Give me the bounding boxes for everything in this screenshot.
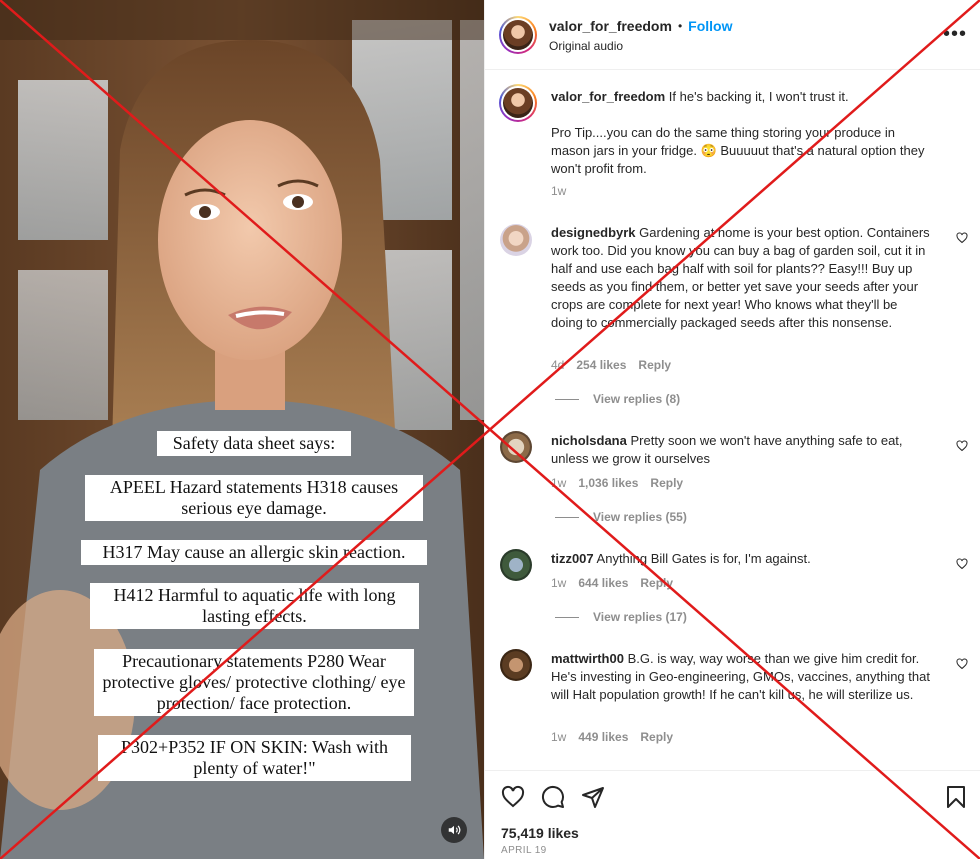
like-comment-icon[interactable] [956, 658, 968, 670]
like-comment-icon[interactable] [956, 558, 968, 570]
caption-meta: 1w [551, 184, 566, 198]
bookmark-icon[interactable] [945, 785, 967, 809]
avatar[interactable] [500, 431, 532, 463]
view-replies-button[interactable]: View replies (55) [555, 510, 687, 524]
comment-text: Anything Bill Gates is for, I'm against. [596, 551, 811, 566]
like-comment-icon[interactable] [956, 232, 968, 244]
follow-button[interactable]: Follow [688, 18, 732, 34]
comment-likes[interactable]: 644 likes [578, 576, 628, 590]
view-replies-label: View replies (17) [593, 610, 687, 624]
post-panel: valor_for_freedom • Follow Original audi… [484, 0, 980, 859]
comment: nicholsdana Pretty soon we won't have an… [551, 432, 931, 468]
comment-username[interactable]: mattwirth00 [551, 651, 624, 666]
comment-likes[interactable]: 254 likes [576, 358, 626, 372]
comment-age[interactable]: 1w [551, 730, 566, 744]
audio-link[interactable]: Original audio [549, 39, 623, 53]
avatar[interactable] [499, 16, 537, 54]
view-replies-button[interactable]: View replies (17) [555, 610, 687, 624]
caption-overlay: H412 Harmful to aquatic life with long l… [90, 583, 419, 629]
comment-icon[interactable] [541, 785, 565, 809]
like-comment-icon[interactable] [956, 440, 968, 452]
comment-meta: 4d 254 likes Reply [551, 358, 671, 372]
speaker-icon[interactable] [441, 817, 467, 843]
avatar[interactable] [500, 224, 532, 256]
more-options-icon[interactable]: ••• [943, 24, 967, 44]
comment-age[interactable]: 4d [551, 358, 564, 372]
comment: designedbyrk Gardening at home is your b… [551, 224, 931, 332]
comment-username[interactable]: tizz007 [551, 551, 594, 566]
comment: mattwirth00 B.G. is way, way worse than … [551, 650, 931, 704]
caption-username[interactable]: valor_for_freedom [551, 89, 665, 104]
divider-line [555, 616, 579, 618]
caption-age[interactable]: 1w [551, 184, 566, 198]
share-icon[interactable] [581, 785, 605, 809]
caption-overlay: APEEL Hazard statements H318 causes seri… [85, 475, 423, 521]
caption-overlay: Safety data sheet says: [157, 431, 351, 456]
post-caption: valor_for_freedom If he's backing it, I … [551, 88, 931, 106]
comment-likes[interactable]: 1,036 likes [578, 476, 638, 490]
reply-button[interactable]: Reply [638, 358, 671, 372]
video-frame [0, 0, 484, 859]
caption-overlay: Precautionary statements P280 Wear prote… [94, 649, 414, 716]
separator: • [677, 19, 683, 33]
avatar[interactable] [500, 649, 532, 681]
comment-meta: 1w 449 likes Reply [551, 730, 673, 744]
reply-button[interactable]: Reply [640, 576, 673, 590]
comment-text: Gardening at home is your best option. C… [551, 225, 930, 330]
comment-age[interactable]: 1w [551, 476, 566, 490]
post-date[interactable]: APRIL 19 [501, 845, 547, 856]
action-bar: 75,419 likes APRIL 19 [485, 770, 980, 859]
caption-text: If he's backing it, I won't trust it. [668, 89, 849, 104]
comment-meta: 1w 1,036 likes Reply [551, 476, 683, 490]
divider-line [555, 398, 579, 400]
comment-username[interactable]: nicholsdana [551, 433, 627, 448]
heart-icon[interactable] [501, 785, 525, 809]
caption-overlay: H317 May cause an allergic skin reaction… [81, 540, 427, 565]
divider-line [555, 516, 579, 518]
comment-username[interactable]: designedbyrk [551, 225, 636, 240]
reply-button[interactable]: Reply [650, 476, 683, 490]
view-replies-label: View replies (55) [593, 510, 687, 524]
likes-count[interactable]: 75,419 likes [501, 825, 579, 841]
reply-button[interactable]: Reply [640, 730, 673, 744]
view-replies-button[interactable]: View replies (8) [555, 392, 680, 406]
comment-age[interactable]: 1w [551, 576, 566, 590]
caption-tip: Pro Tip....you can do the same thing sto… [551, 125, 925, 176]
post-media[interactable]: Safety data sheet says: APEEL Hazard sta… [0, 0, 484, 859]
avatar[interactable] [500, 549, 532, 581]
avatar[interactable] [499, 84, 537, 122]
comment-likes[interactable]: 449 likes [578, 730, 628, 744]
author-username[interactable]: valor_for_freedom [549, 18, 672, 34]
caption-overlay: P302+P352 IF ON SKIN: Wash with plenty o… [98, 735, 411, 781]
comment: tizz007 Anything Bill Gates is for, I'm … [551, 550, 931, 568]
post-header: valor_for_freedom • Follow Original audi… [485, 0, 980, 70]
view-replies-label: View replies (8) [593, 392, 681, 406]
comment-meta: 1w 644 likes Reply [551, 576, 673, 590]
